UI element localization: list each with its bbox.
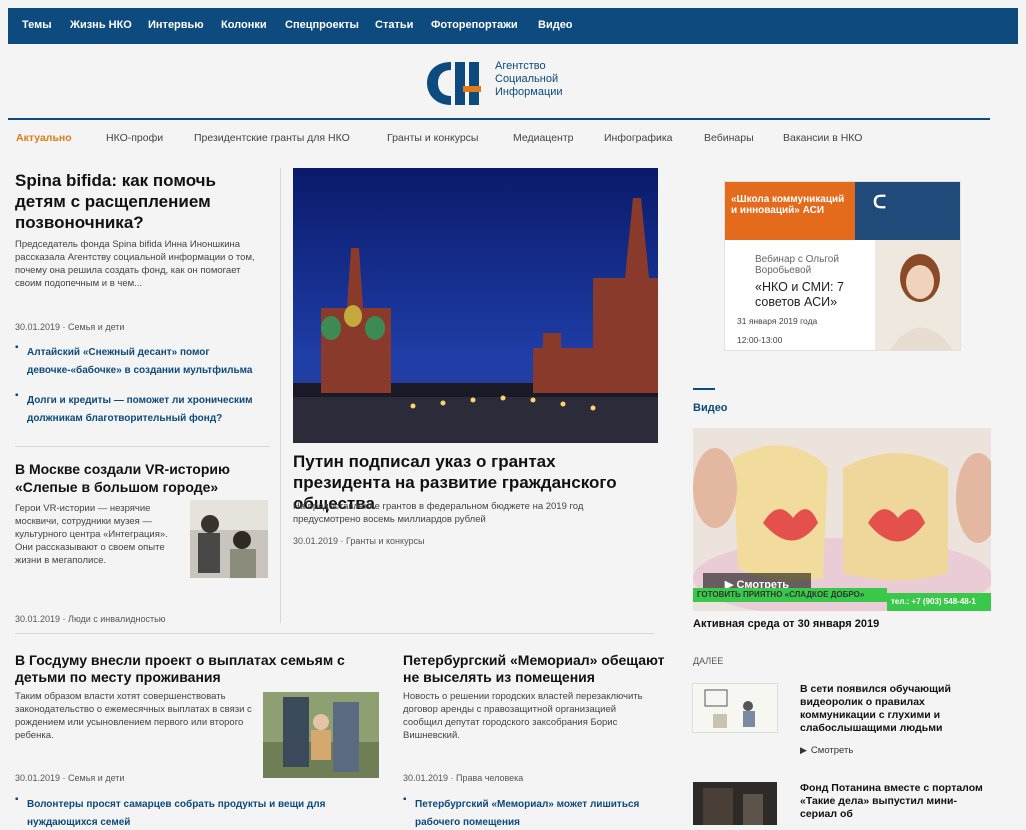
article-gosduma-meta: 30.01.2019 · Семья и дети [15,773,125,783]
subnav-ngo-pro[interactable]: НКО-профи [106,132,163,144]
subnav-presidential-grants[interactable]: Президентские гранты для НКО [194,132,350,144]
subnav-actual[interactable]: Актуально [16,132,72,144]
divider [15,446,270,447]
subnav-webinars[interactable]: Вебинары [704,132,754,144]
divider [15,633,655,634]
related-item[interactable]: ▪ Долги и кредиты — поможет ли хроническ… [15,390,260,426]
logo-mark-icon [427,62,481,105]
video-item-watch-label: Смотреть [810,745,854,756]
logo-text: Агентство Социальной Информации [495,60,563,99]
topnav-articles[interactable]: Статьи [375,19,413,31]
subnav-grants[interactable]: Гранты и конкурсы [387,132,478,144]
video-strip-left: ГОТОВИТЬ ПРИЯТНО «СЛАДКОЕ ДОБРО» [693,588,887,602]
topnav-ngo-life[interactable]: Жизнь НКО [70,19,132,31]
video-title[interactable]: Активная среда от 30 января 2019 [693,618,991,630]
video-item-title[interactable]: Фонд Потанина вместе с порталом «Такие д… [800,782,985,821]
article-memorial-title[interactable]: Петербургский «Мемориал» обещают не высе… [403,652,668,686]
article-memorial-meta: 30.01.2019 · Права человека [403,773,524,783]
bullet-icon: ▪ [403,794,407,805]
related-link[interactable]: Алтайский «Снежный десант» помог девочке… [27,347,252,376]
banner-logo-icon: ᑕ [873,192,887,212]
banner-header: «Школа коммуникаций и инноваций» АСИ [731,194,845,216]
video-thumbnail[interactable]: ▶ Смотреть ГОТОВИТЬ ПРИЯТНО «СЛАДКОЕ ДОБ… [693,428,991,611]
topnav-columns[interactable]: Колонки [221,19,267,31]
banner-time: 12:00-13:00 [737,335,783,345]
article-spina-bifida-lead: Председатель фонда Spina bifida Инна Ино… [15,239,255,289]
video-section-marker [693,388,715,390]
webinar-banner[interactable]: «Школа коммуникаций и инноваций» АСИ ᑕ В… [725,182,960,350]
related-item[interactable]: ▪ Алтайский «Снежный десант» помог девоч… [15,342,260,378]
related-list: ▪ Алтайский «Снежный десант» помог девоч… [15,342,260,426]
article-vr-meta: 30.01.2019 · Люди с инвалидностью [15,614,166,624]
column-divider [280,168,281,623]
article-memorial-lead: Новость о решении городских властей пере… [403,691,643,741]
banner-webinar: Вебинар с Ольгой Воробьевой [755,254,839,276]
related-link[interactable]: Петербургский «Мемориал» может лишиться … [415,799,639,828]
bullet-icon: ▪ [15,390,19,401]
topnav-interview[interactable]: Интервью [148,19,204,31]
subnav-infographics[interactable]: Инфографика [604,132,673,144]
top-navigation: Темы Жизнь НКО Интервью Колонки Спецпрое… [8,8,1018,44]
site-logo[interactable]: Агентство Социальной Информации [425,58,605,108]
logo-line-1: Агентство [495,60,546,72]
header-rule [8,118,990,120]
video-strip-right: тел.: +7 (903) 548-48-1 [887,593,991,611]
video-item-thumb[interactable] [693,684,777,732]
video-item-watch[interactable]: ▶ Смотреть [800,745,853,756]
article-gosduma-title[interactable]: В Госдуму внесли проект о выплатах семья… [15,652,345,686]
main-article-meta: 30.01.2019 · Гранты и конкурсы [293,536,425,546]
bullet-icon: ▪ [15,794,19,805]
related-link[interactable]: Долги и кредиты — поможет ли хроническим… [27,395,253,424]
video-item-thumb[interactable] [693,782,777,825]
banner-date: 31 января 2019 года [737,316,818,326]
play-icon: ▶ [800,745,807,755]
potanin-thumb-icon [693,782,777,825]
kremlin-photo[interactable] [293,168,658,443]
topnav-photo[interactable]: Фоторепортажи [431,19,518,31]
sign-language-thumb-icon [693,684,777,732]
vr-photo[interactable] [190,500,268,578]
logo-line-3: Информации [495,86,563,98]
article-spina-bifida-title[interactable]: Spina bifida: как помочь детям с расщепл… [15,170,270,233]
article-spina-bifida-meta: 30.01.2019 · Семья и дети [15,322,125,332]
subnav-vacancies[interactable]: Вакансии в НКО [783,132,862,144]
article-vr-lead: Герои VR-истории — незрячие москвичи, со… [15,503,168,566]
main-article-lead: На предоставление грантов в федеральном … [293,501,584,525]
video-section-title[interactable]: Видео [693,402,728,414]
logo-line-2: Социальной [495,73,559,85]
family-photo[interactable] [263,692,379,778]
topnav-themes[interactable]: Темы [22,19,52,31]
video-item-title[interactable]: В сети появился обучающий видеоролик о п… [800,683,985,735]
topnav-special[interactable]: Спецпроекты [285,19,359,31]
banner-topic: «НКО и СМИ: 7 советов АСИ» [755,280,844,309]
speaker-photo [875,240,960,350]
video-next-label: ДАЛЕЕ [693,656,724,666]
article-vr-title[interactable]: В Москве создали VR-историю «Слепые в бо… [15,460,270,496]
article-gosduma-lead: Таким образом власти хотят совершенствов… [15,691,252,741]
bullet-icon: ▪ [15,342,19,353]
related-link[interactable]: Волонтеры просят самарцев собрать продук… [27,799,325,828]
topnav-video[interactable]: Видео [538,19,573,31]
subnav-mediacenter[interactable]: Медиацентр [513,132,574,144]
